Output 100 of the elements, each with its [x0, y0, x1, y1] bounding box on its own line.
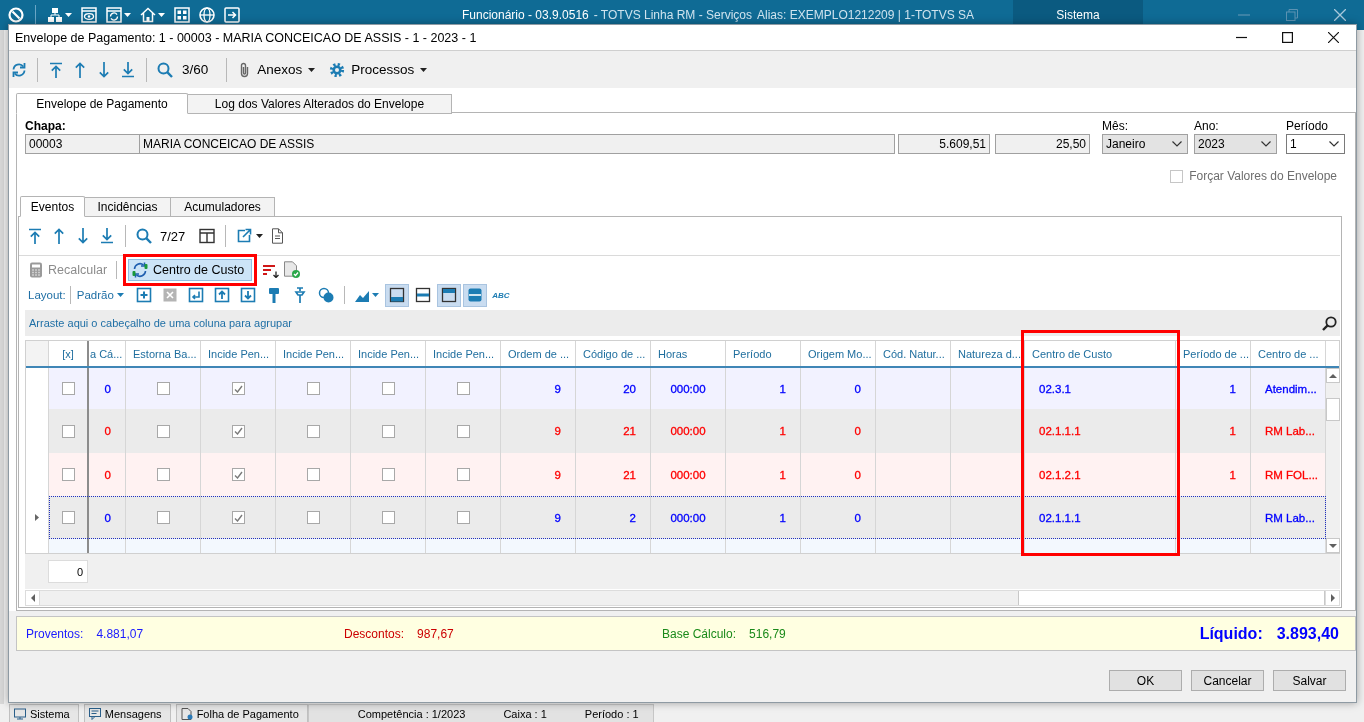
scrollbar-thumb[interactable]: [1326, 398, 1340, 421]
column-header[interactable]: Horas: [658, 347, 688, 360]
checkbox[interactable]: [381, 382, 395, 395]
tab[interactable]: Acumuladores: [171, 197, 275, 217]
close-icon[interactable]: [1327, 32, 1339, 43]
search-icon[interactable]: [1322, 315, 1337, 331]
refresh-window-icon[interactable]: [106, 7, 122, 23]
circle-slash-icon[interactable]: [8, 7, 24, 23]
dropdown[interactable]: 1: [1286, 134, 1345, 154]
column-header[interactable]: Período: [733, 347, 772, 360]
arrow-down-to-line-icon[interactable]: [99, 228, 115, 244]
checkbox[interactable]: [156, 424, 170, 438]
text-field[interactable]: 25,50: [995, 134, 1090, 154]
taskbar-tab[interactable]: Sistema: [9, 704, 79, 722]
checkbox[interactable]: [156, 468, 170, 481]
tab[interactable]: Envelope de Pagamento: [16, 93, 188, 114]
checkbox[interactable]: [381, 468, 395, 481]
column-header[interactable]: Período de ...: [1183, 347, 1250, 360]
column-header[interactable]: Natureza d...: [958, 347, 1021, 360]
panel-tab[interactable]: Sistema: [1013, 0, 1143, 24]
dialog-button[interactable]: Cancelar: [1191, 670, 1264, 691]
text-field[interactable]: 5.609,51: [898, 134, 990, 154]
checkbox[interactable]: [231, 424, 245, 438]
checkbox[interactable]: [306, 382, 320, 395]
scroll-up-icon[interactable]: [1329, 373, 1337, 378]
refresh-icon[interactable]: [11, 61, 27, 78]
checkbox[interactable]: [61, 468, 75, 481]
export-icon[interactable]: [236, 228, 253, 244]
checkbox[interactable]: [231, 511, 245, 524]
document-check-icon[interactable]: [283, 261, 301, 278]
arrow-up-to-line-icon[interactable]: [48, 61, 64, 78]
tool-button[interactable]: ABC: [488, 283, 513, 307]
column-header[interactable]: Origem Mo...: [808, 347, 872, 360]
scroll-left-icon[interactable]: [30, 594, 35, 602]
text-field[interactable]: 00003: [25, 134, 140, 154]
checkbox[interactable]: [306, 424, 320, 438]
eye-window-icon[interactable]: [81, 7, 97, 23]
tab[interactable]: Eventos: [20, 196, 85, 217]
checkbox[interactable]: [456, 424, 470, 438]
checkbox[interactable]: [231, 468, 245, 481]
toolbar-button[interactable]: Centro de Custo: [128, 258, 253, 281]
exit-icon[interactable]: [224, 7, 240, 23]
horizontal-scrollbar[interactable]: [25, 590, 1340, 606]
table-cell: 0: [854, 425, 861, 437]
checkbox[interactable]: [456, 468, 470, 481]
table-row[interactable]: 0 9 21 000:00 1 0 02.1.2.1 1 RM FOL...: [49, 453, 1326, 496]
arrow-down-to-line-icon[interactable]: [120, 61, 136, 78]
globe-icon[interactable]: [199, 7, 215, 23]
column-header[interactable]: Incide Pen...: [433, 347, 495, 360]
table-row[interactable]: 0 9 2 000:00 1 0 02.1.1.1 RM Lab...: [49, 496, 1326, 539]
checkbox[interactable]: [381, 424, 395, 438]
checkbox[interactable]: [61, 424, 75, 438]
column-header[interactable]: Incide Pen...: [208, 347, 270, 360]
column-header[interactable]: Incide Pen...: [358, 347, 420, 360]
arrow-up-to-line-icon[interactable]: [27, 228, 43, 244]
total-value: 3.893,40: [1276, 624, 1339, 643]
monitor-icon: [14, 707, 26, 720]
scrollbar-thumb[interactable]: [1018, 591, 1325, 605]
column-header[interactable]: Centro de Custo: [1032, 347, 1113, 360]
column-header[interactable]: a Cá...: [90, 347, 123, 360]
column-header[interactable]: Ordem de ...: [508, 347, 570, 360]
tab[interactable]: Incidências: [85, 197, 171, 217]
home-icon[interactable]: [140, 7, 156, 23]
text-field[interactable]: MARIA CONCEICAO DE ASSIS: [140, 134, 895, 154]
taskbar-tab[interactable]: Folha de Pagamento: [175, 704, 308, 722]
column-header[interactable]: Centro de ...: [1258, 347, 1319, 360]
column-header[interactable]: Estorna Ba...: [133, 347, 197, 360]
table-cell: RM FOL...: [1265, 468, 1319, 481]
checkbox[interactable]: [61, 511, 75, 524]
column-header[interactable]: Incide Pen...: [283, 347, 345, 360]
columns-icon[interactable]: [199, 228, 216, 244]
hierarchy-icon[interactable]: [47, 7, 63, 23]
checkbox[interactable]: [156, 382, 170, 395]
scroll-right-icon[interactable]: [1330, 594, 1335, 602]
dialog-button[interactable]: OK: [1109, 670, 1182, 691]
menu-button[interactable]: Anexos: [237, 61, 316, 78]
checkbox[interactable]: [231, 382, 245, 395]
grid-window-icon[interactable]: [174, 7, 190, 23]
scroll-down-icon[interactable]: [1329, 543, 1337, 548]
tool-button[interactable]: [436, 283, 461, 307]
dialog-button[interactable]: Salvar: [1273, 670, 1346, 691]
checkbox[interactable]: [306, 468, 320, 481]
table-row[interactable]: 0 9 20 000:00 1 0 02.3.1 1 Atendim...: [49, 368, 1326, 409]
taskbar-tab[interactable]: Mensagens: [83, 704, 171, 722]
tool-button[interactable]: [384, 283, 409, 307]
document-icon[interactable]: [271, 228, 285, 244]
menu-button[interactable]: Processos: [329, 61, 428, 78]
total-value: 4.881,07: [96, 626, 144, 641]
checkbox[interactable]: [381, 511, 395, 524]
checkbox[interactable]: [306, 511, 320, 524]
column-header[interactable]: [x]: [62, 347, 74, 360]
layout-dropdown[interactable]: Padrão: [76, 289, 124, 301]
table-cell: 000:00: [670, 382, 706, 395]
maximize-icon[interactable]: [1281, 32, 1293, 43]
tab[interactable]: Log dos Valores Alterados do Envelope: [188, 94, 452, 114]
checkbox[interactable]: [61, 382, 75, 395]
checkbox[interactable]: [456, 511, 470, 524]
checkbox[interactable]: [156, 511, 170, 524]
checkbox[interactable]: [456, 382, 470, 395]
column-header[interactable]: Código de ...: [583, 347, 646, 360]
